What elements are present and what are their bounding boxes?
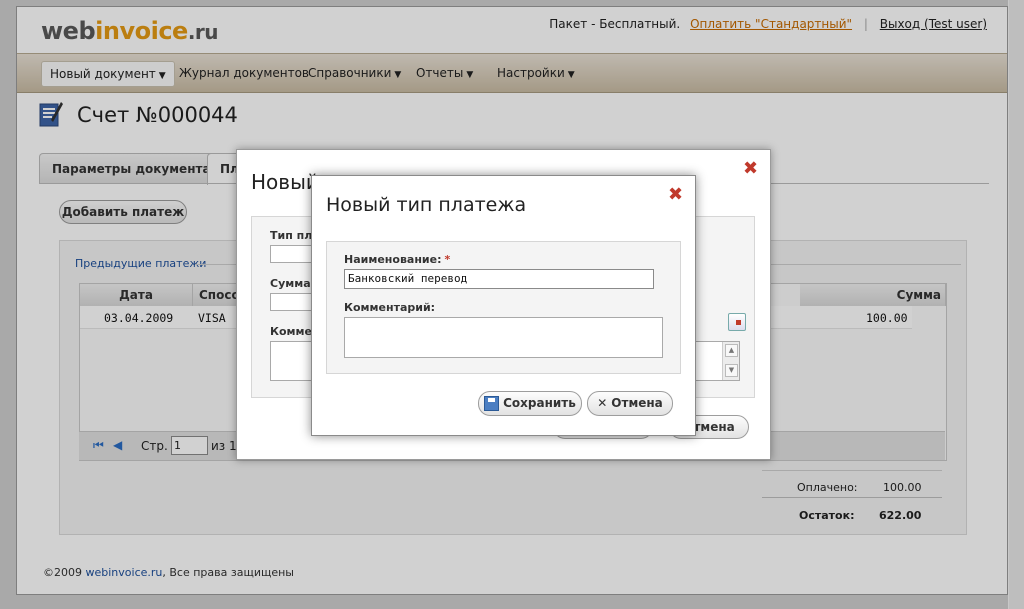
comment-textarea[interactable] — [344, 317, 663, 358]
sum-input[interactable] — [270, 293, 312, 311]
dialog-title: Новый тип платежа — [326, 194, 527, 216]
required-mark: * — [444, 253, 451, 266]
scroll-up-icon[interactable]: ▲ — [725, 344, 738, 357]
save-button[interactable]: Сохранить — [478, 391, 582, 416]
floppy-disk-icon — [484, 396, 500, 411]
close-icon[interactable]: ✖ — [743, 158, 758, 179]
scroll-down-icon[interactable]: ▼ — [725, 364, 738, 377]
calendar-icon[interactable] — [728, 313, 746, 331]
cancel-button[interactable]: ✕ Отмена — [587, 391, 673, 416]
close-icon[interactable]: ✖ — [668, 184, 683, 205]
scrollbar[interactable]: ▲ ▼ — [722, 342, 739, 380]
name-label: Наименование: * — [344, 253, 451, 266]
comment-label: Комментарий: — [344, 301, 436, 314]
dialog-title: Новый — [251, 170, 319, 194]
payment-type-select[interactable] — [270, 245, 312, 263]
name-input[interactable]: Банковский перевод — [344, 269, 654, 289]
sum-label: Сумма: — [270, 277, 316, 290]
new-payment-type-dialog: Новый тип платежа ✖ Наименование: * Банко… — [311, 175, 696, 436]
close-icon: ✕ — [597, 396, 608, 410]
